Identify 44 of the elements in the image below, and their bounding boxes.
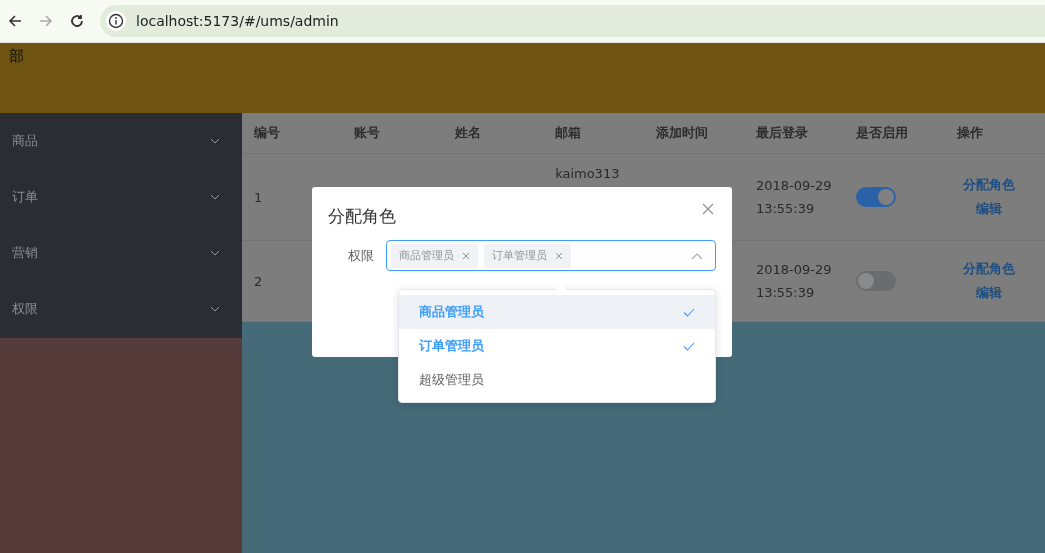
back-arrow-icon[interactable] — [7, 13, 23, 29]
role-select[interactable]: 商品管理员 订单管理员 — [386, 240, 716, 271]
table-cell-text: 2018-09-29 13:55:39 — [755, 261, 832, 302]
column-header: 是否启用 — [855, 124, 910, 142]
url-text: localhost:5173/#/ums/admin — [136, 13, 339, 29]
close-icon[interactable] — [702, 203, 714, 215]
action-link[interactable]: 编辑 — [975, 200, 1002, 218]
info-icon[interactable] — [106, 11, 126, 31]
menu-item[interactable]: 订单 — [0, 169, 242, 225]
table-cell: 2 — [254, 273, 263, 289]
column-header: 最后登录 — [754, 124, 809, 142]
table-cell: kaimo313 — [555, 166, 620, 181]
address-bar[interactable]: localhost:5173/#/ums/admin — [100, 5, 1045, 37]
field-label: 权限 — [347, 246, 375, 265]
table-cell-text: 2018-09-29 13:55:39 — [755, 177, 832, 218]
option-item[interactable]: 商品管理员 — [399, 295, 715, 329]
column-header: 姓名 — [453, 124, 482, 142]
action-link[interactable]: 编辑 — [975, 284, 1002, 302]
remove-icon[interactable] — [462, 251, 470, 260]
column-header: 账号 — [353, 124, 382, 142]
table-cell: 1 — [254, 189, 263, 205]
option-item[interactable]: 超级管理员 — [399, 363, 715, 397]
dialog-title: 分配角色 — [328, 205, 396, 228]
reload-icon[interactable] — [69, 13, 85, 29]
tag-label: 商品管理员 — [399, 248, 454, 263]
menu-item[interactable]: 商品 — [0, 113, 242, 169]
column-header: 添加时间 — [654, 124, 709, 142]
column-header: 邮箱 — [554, 124, 583, 142]
action-link[interactable]: 分配角色 — [962, 176, 1015, 194]
toggle-switch[interactable] — [856, 271, 897, 291]
toggle-switch[interactable] — [856, 187, 897, 207]
caret-icon — [691, 253, 703, 260]
remove-icon[interactable] — [555, 251, 563, 260]
column-header: 编号 — [253, 124, 281, 142]
tag-label: 订单管理员 — [492, 248, 547, 263]
action-link[interactable]: 分配角色 — [962, 260, 1015, 278]
check-icon — [683, 341, 695, 351]
check-icon — [683, 307, 695, 317]
header-text: 部 — [9, 47, 24, 66]
menu-item[interactable]: 营销 — [0, 225, 242, 281]
column-header: 操作 — [955, 124, 984, 142]
menu-item[interactable]: 权限 — [0, 281, 242, 337]
option-item[interactable]: 订单管理员 — [399, 329, 715, 363]
forward-arrow-icon[interactable] — [38, 13, 54, 29]
